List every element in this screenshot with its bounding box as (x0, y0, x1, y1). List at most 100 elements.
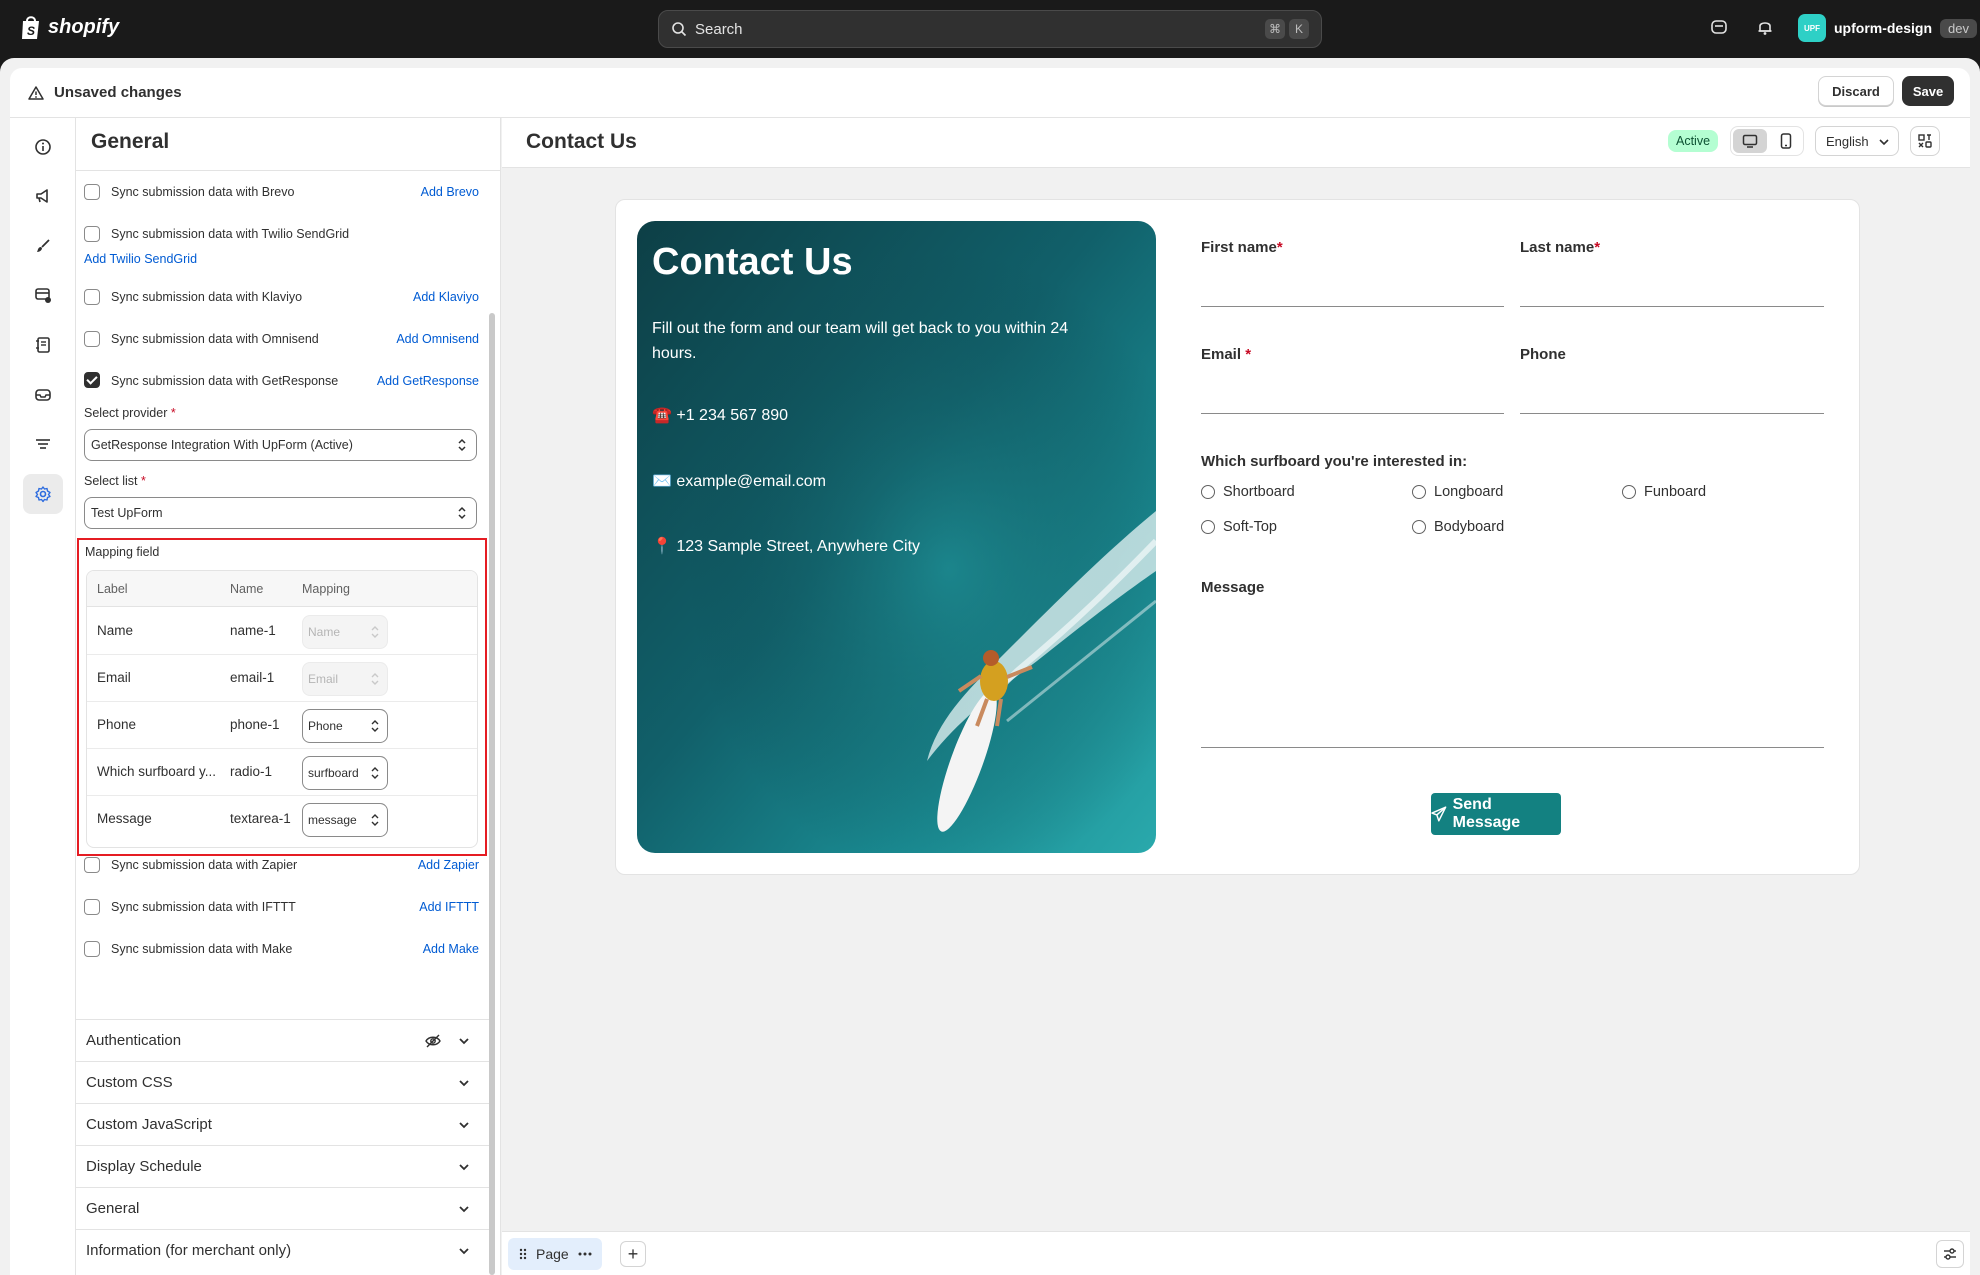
form-preview-card: Contact Us Fill out the form and our tea… (615, 199, 1860, 875)
panel-scrollbar[interactable] (489, 313, 495, 1275)
send-icon (1431, 806, 1447, 822)
select-arrows-icon (458, 438, 466, 452)
select-arrows-icon (371, 720, 379, 732)
mapping-table: Label Name Mapping Name name-1 Name Emai… (86, 570, 478, 848)
list-select[interactable]: Test UpForm (84, 497, 477, 529)
phone-input[interactable] (1520, 413, 1824, 414)
bell-icon[interactable] (1756, 18, 1774, 41)
add-sendgrid-link[interactable]: Add Twilio SendGrid (84, 252, 197, 266)
required-mark: * (140, 474, 146, 488)
integration-label: Sync submission data with Zapier (111, 858, 298, 872)
table-row: Email email-1 Email (87, 655, 477, 702)
row-label: Which surfboard y... (97, 764, 217, 779)
radio-bodyboard[interactable]: Bodyboard (1412, 519, 1504, 535)
mapping-select-surfboard[interactable]: surfboard (302, 756, 388, 790)
email-input[interactable] (1201, 413, 1504, 414)
radio-circle (1622, 485, 1636, 499)
accordion-information[interactable]: Information (for merchant only) (76, 1229, 489, 1271)
checkbox-omnisend[interactable] (84, 331, 100, 347)
notebook-icon[interactable] (23, 325, 63, 365)
settings-panel: General Sync submission data with Brevo … (76, 118, 501, 1275)
translate-icon[interactable] (1910, 126, 1940, 156)
mapping-select-name: Name (302, 615, 388, 649)
add-make-link[interactable]: Add Make (423, 942, 479, 956)
integration-label: Sync submission data with GetResponse (111, 374, 339, 388)
add-klaviyo-link[interactable]: Add Klaviyo (413, 290, 479, 304)
message-label: Message (1201, 579, 1265, 596)
send-message-button[interactable]: Send Message (1431, 793, 1561, 835)
discard-button[interactable]: Discard (1818, 76, 1894, 106)
mapping-select-message[interactable]: message (302, 803, 388, 837)
add-ifttt-link[interactable]: Add IFTTT (419, 900, 479, 914)
last-name-input[interactable] (1520, 306, 1824, 307)
first-name-label: First name* (1201, 239, 1283, 256)
accordion-authentication[interactable]: Authentication (76, 1019, 489, 1061)
canvas-bottom-bar: Page + (502, 1231, 1970, 1275)
email-icon[interactable] (23, 375, 63, 415)
shortcut-key-k: K (1289, 19, 1309, 39)
mobile-icon[interactable] (1769, 129, 1803, 153)
payment-icon[interactable] (23, 275, 63, 315)
gear-icon[interactable] (23, 474, 63, 514)
checkbox-klaviyo[interactable] (84, 289, 100, 305)
desktop-icon[interactable] (1733, 129, 1767, 153)
svg-text:S: S (27, 24, 35, 38)
chevron-down-icon (459, 1164, 469, 1171)
accordion-custom-css[interactable]: Custom CSS (76, 1061, 489, 1103)
language-select[interactable]: English (1815, 126, 1899, 156)
phone-label: Phone (1520, 346, 1566, 363)
more-horizontal-icon[interactable] (577, 1251, 593, 1257)
add-getresponse-link[interactable]: Add GetResponse (377, 374, 479, 388)
checkbox-brevo[interactable] (84, 184, 100, 200)
checkbox-getresponse[interactable] (84, 372, 100, 388)
provider-label: Select provider * (84, 406, 176, 420)
message-textarea[interactable] (1201, 747, 1824, 748)
checkbox-sendgrid[interactable] (84, 226, 100, 242)
add-page-button[interactable]: + (620, 1241, 646, 1267)
integration-label: Sync submission data with Make (111, 942, 293, 956)
megaphone-icon[interactable] (23, 176, 63, 216)
shopify-logo[interactable]: S shopify (20, 14, 119, 40)
row-name: email-1 (230, 670, 275, 685)
accordion-general[interactable]: General (76, 1187, 489, 1229)
radio-soft-top[interactable]: Soft-Top (1201, 519, 1277, 535)
accordion-display-schedule[interactable]: Display Schedule (76, 1145, 489, 1187)
save-button[interactable]: Save (1902, 76, 1954, 106)
radio-funboard[interactable]: Funboard (1622, 484, 1706, 500)
info-icon[interactable] (23, 127, 63, 167)
radio-circle (1412, 520, 1426, 534)
accordion-label: Custom JavaScript (86, 1116, 212, 1133)
store-menu[interactable]: UPF upform-design dev (1798, 14, 1977, 42)
radio-circle (1201, 485, 1215, 499)
add-brevo-link[interactable]: Add Brevo (421, 185, 479, 199)
add-zapier-link[interactable]: Add Zapier (418, 858, 479, 872)
radio-shortboard[interactable]: Shortboard (1201, 484, 1295, 500)
brand-name: shopify (48, 15, 120, 38)
sliders-icon[interactable] (1936, 1240, 1964, 1268)
mapping-select-phone[interactable]: Phone (302, 709, 388, 743)
select-arrows-icon (371, 626, 379, 638)
checkbox-ifttt[interactable] (84, 899, 100, 915)
dev-badge: dev (1940, 18, 1977, 38)
integration-label: Sync submission data with Omnisend (111, 332, 319, 346)
provider-select[interactable]: GetResponse Integration With UpForm (Act… (84, 429, 477, 461)
checkbox-make[interactable] (84, 941, 100, 957)
hero-title: Contact Us (652, 241, 853, 283)
filter-icon[interactable] (23, 424, 63, 464)
page-tab[interactable]: Page (508, 1238, 602, 1270)
store-avatar: UPF (1798, 14, 1826, 42)
search-bar[interactable]: Search ⌘ K (658, 10, 1322, 48)
eye-off-icon (425, 1034, 441, 1048)
table-row: Which surfboard y... radio-1 surfboard (87, 749, 477, 796)
column-header-label: Label (97, 582, 128, 596)
radio-longboard[interactable]: Longboard (1412, 484, 1503, 500)
brush-icon[interactable] (23, 226, 63, 266)
first-name-input[interactable] (1201, 306, 1504, 307)
store-icon[interactable] (1710, 18, 1728, 41)
accordion-custom-javascript[interactable]: Custom JavaScript (76, 1103, 489, 1145)
list-value: Test UpForm (91, 506, 163, 520)
table-row: Name name-1 Name (87, 608, 477, 655)
select-arrows-icon (371, 814, 379, 826)
add-omnisend-link[interactable]: Add Omnisend (396, 332, 479, 346)
checkbox-zapier[interactable] (84, 857, 100, 873)
